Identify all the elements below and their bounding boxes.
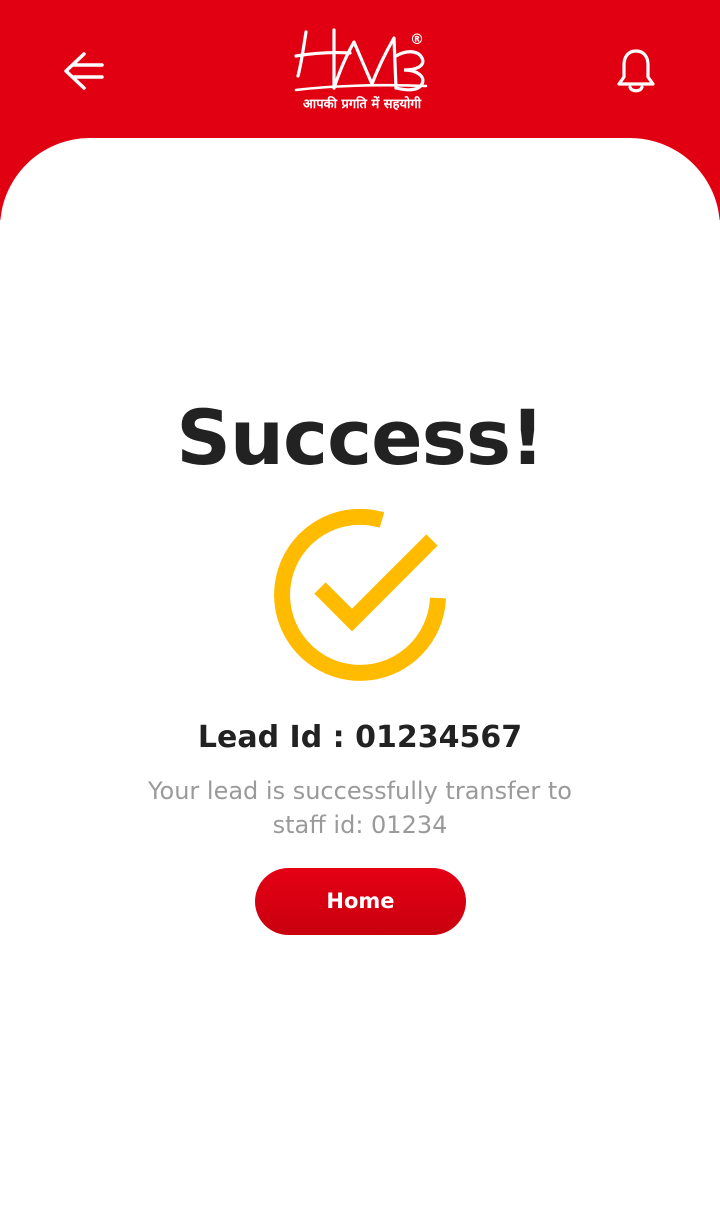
lead-id: Lead Id : 01234567 <box>197 720 523 755</box>
success-title: Success! <box>176 393 545 482</box>
notification-button[interactable] <box>610 44 662 98</box>
logo-tagline: आपकी प्रगति में सहयोगी <box>302 97 422 112</box>
bell-icon <box>617 49 655 93</box>
success-screen: ® आपकी प्रगति में सहयोगी Success! Lead I… <box>0 0 720 1205</box>
hmb-logo: ® आपकी प्रगति में सहयोगी <box>288 26 436 118</box>
registered-mark: ® <box>410 32 424 48</box>
back-button[interactable] <box>58 46 110 96</box>
transfer-message: Your lead is successfully transfer to st… <box>148 777 572 839</box>
arrow-left-icon <box>64 52 104 90</box>
home-button[interactable]: Home <box>255 868 466 935</box>
hmb-logo-mark: ® <box>294 28 428 92</box>
check-circle-icon <box>274 508 446 681</box>
